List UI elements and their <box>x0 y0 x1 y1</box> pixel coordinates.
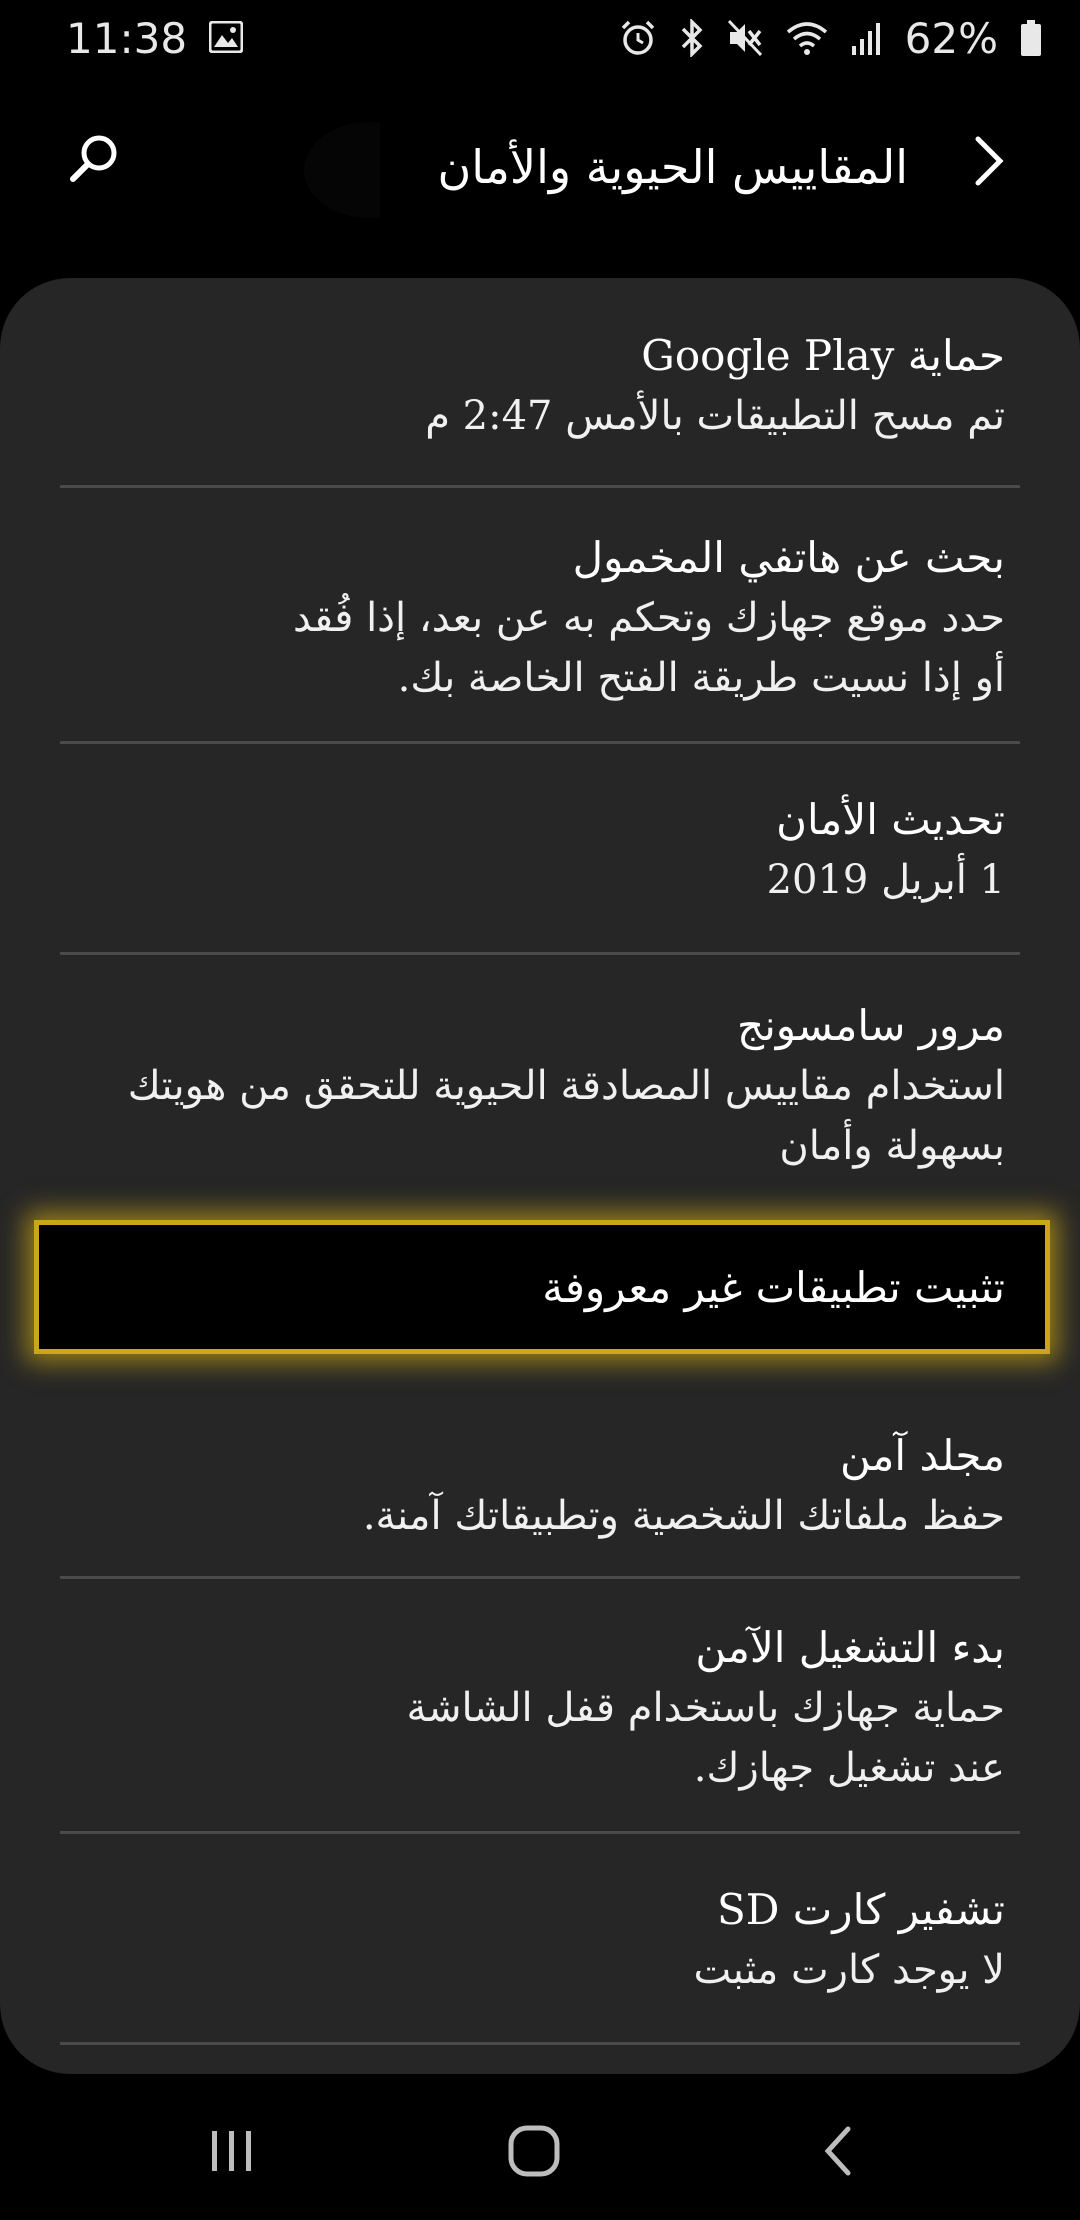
item-title: تثبيت تطبيقات غير معروفة <box>542 1262 1005 1312</box>
status-right: 62% <box>619 14 1042 63</box>
recent-apps-icon[interactable] <box>192 2116 272 2186</box>
item-subtitle-line: حدد موقع جهازك وتحكم به عن بعد، إذا فُقد <box>293 595 1005 641</box>
divider <box>60 2042 1020 2045</box>
item-title: بحث عن هاتفي المخمول <box>572 533 1005 582</box>
list-item-secure-startup[interactable]: بدء التشغيل الآمن حماية جهازك باستخدام ق… <box>60 1618 1020 1798</box>
status-left: 11:38 <box>66 13 244 63</box>
item-subtitle: حفظ ملفاتك الشخصية وتطبيقاتك آمنة. <box>362 1493 1005 1539</box>
item-title: مجلد آمن <box>839 1431 1005 1480</box>
back-icon[interactable] <box>798 2116 878 2186</box>
item-subtitle-line: حماية جهازك باستخدام قفل الشاشة <box>406 1685 1006 1731</box>
status-time: 11:38 <box>66 13 188 63</box>
chevron-right-icon[interactable] <box>960 126 1016 196</box>
mute-icon <box>727 19 763 57</box>
list-item-secure-folder[interactable]: مجلد آمن حفظ ملفاتك الشخصية وتطبيقاتك آم… <box>60 1426 1020 1546</box>
home-icon[interactable] <box>494 2116 574 2186</box>
item-subtitle-line: بسهولة وأمان <box>779 1123 1005 1169</box>
settings-list: حماية Google Play تم مسح التطبيقات بالأم… <box>0 278 1080 2074</box>
divider <box>60 952 1020 955</box>
gallery-icon <box>208 14 244 63</box>
title-box: المقاييس الحيوية والأمان <box>380 110 932 224</box>
item-subtitle-line: استخدام مقاييس المصادقة الحيوية للتحقق م… <box>127 1063 1005 1109</box>
item-subtitle-line: عند تشغيل جهازك. <box>693 1745 1005 1791</box>
signal-icon <box>851 20 883 56</box>
list-item-install-unknown-apps[interactable]: تثبيت تطبيقات غير معروفة <box>34 1220 1050 1354</box>
list-item-security-update[interactable]: تحديث الأمان 1 أبريل 2019 <box>60 790 1020 910</box>
item-title: حماية Google Play <box>641 331 1005 380</box>
item-title: بدء التشغيل الآمن <box>695 1623 1005 1672</box>
item-subtitle-line: أو إذا نسيت طريقة الفتح الخاصة بك. <box>397 655 1005 701</box>
battery-icon <box>1020 19 1042 57</box>
app-bar: المقاييس الحيوية والأمان <box>0 100 1080 224</box>
item-subtitle: لا يوجد كارت مثبت <box>693 1947 1005 1993</box>
search-icon[interactable] <box>60 124 130 194</box>
divider <box>60 741 1020 744</box>
wifi-icon <box>785 20 829 56</box>
item-title: تشفير كارت SD <box>716 1885 1005 1934</box>
divider <box>60 1576 1020 1579</box>
item-subtitle: 1 أبريل 2019 <box>766 857 1005 903</box>
list-item-find-my-mobile[interactable]: بحث عن هاتفي المخمول حدد موقع جهازك وتحك… <box>60 528 1020 708</box>
divider <box>60 485 1020 488</box>
navigation-bar <box>0 2074 1080 2220</box>
status-bar: 11:38 62% <box>0 0 1080 76</box>
page-title: المقاييس الحيوية والأمان <box>437 140 908 194</box>
battery-text: 62% <box>904 13 998 63</box>
bluetooth-icon <box>679 19 705 57</box>
divider <box>60 1831 1020 1834</box>
item-title: مرور سامسونج <box>736 1001 1005 1050</box>
item-subtitle: تم مسح التطبيقات بالأمس 2:47 م <box>425 393 1005 439</box>
list-item-google-play-protect[interactable]: حماية Google Play تم مسح التطبيقات بالأم… <box>60 326 1020 446</box>
list-item-samsung-pass[interactable]: مرور سامسونج استخدام مقاييس المصادقة الح… <box>60 996 1020 1176</box>
item-title: تحديث الأمان <box>776 795 1005 844</box>
alarm-icon <box>619 19 657 57</box>
list-item-sd-card-encryption[interactable]: تشفير كارت SD لا يوجد كارت مثبت <box>60 1880 1020 2000</box>
